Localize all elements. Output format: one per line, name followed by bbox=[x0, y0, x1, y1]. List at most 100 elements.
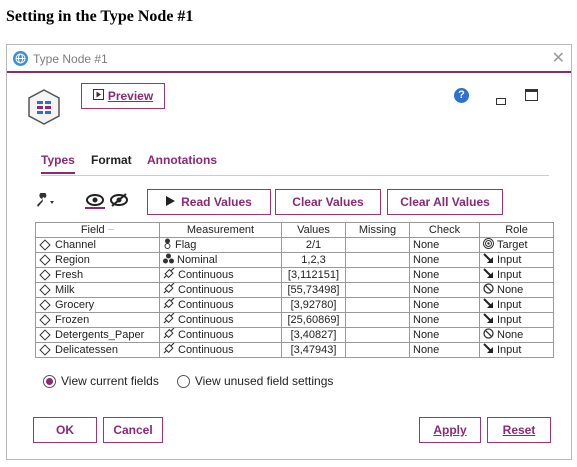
missing-cell[interactable] bbox=[345, 297, 410, 313]
check-cell[interactable]: None bbox=[409, 312, 480, 328]
measurement-cell[interactable]: Nominal bbox=[159, 252, 282, 268]
header-check[interactable]: Check bbox=[409, 222, 480, 238]
missing-cell[interactable] bbox=[345, 237, 410, 253]
type-node-hex-icon bbox=[25, 88, 63, 126]
read-values-button[interactable]: Read Values bbox=[147, 189, 271, 215]
measurement-cell[interactable]: Continuous bbox=[159, 297, 282, 313]
check-cell[interactable]: None bbox=[409, 252, 480, 268]
values-cell[interactable]: [3,40827] bbox=[281, 327, 346, 343]
measurement-cell[interactable]: Continuous bbox=[159, 312, 282, 328]
table-row[interactable]: Detergents_Paper Continuous [3,40827] None N… bbox=[35, 327, 554, 343]
type-node-dialog: Type Node #1 ✕ Preview ? Types Format An… bbox=[6, 44, 572, 460]
role-cell[interactable]: None bbox=[479, 282, 554, 298]
continuous-icon bbox=[163, 283, 175, 297]
measurement-cell[interactable]: Continuous bbox=[159, 327, 282, 343]
measurement-cell[interactable]: Continuous bbox=[159, 267, 282, 283]
table-row[interactable]: Grocery Continuous [3,92780] None Input bbox=[35, 297, 554, 313]
role-cell[interactable]: Target bbox=[479, 237, 554, 253]
preview-label: Preview bbox=[107, 89, 154, 103]
header-missing[interactable]: Missing bbox=[345, 222, 410, 238]
tab-divider bbox=[41, 175, 549, 176]
wrench-dropdown-icon[interactable] bbox=[35, 192, 59, 209]
continuous-icon bbox=[163, 313, 175, 327]
view-unused-label: View unused field settings bbox=[194, 374, 334, 388]
header-measurement[interactable]: Measurement bbox=[159, 222, 282, 238]
tab-annotations[interactable]: Annotations bbox=[147, 153, 217, 167]
missing-cell[interactable] bbox=[345, 342, 410, 358]
measurement-cell[interactable]: Flag bbox=[159, 237, 282, 253]
values-cell[interactable]: [3,92780] bbox=[281, 297, 346, 313]
field-cell[interactable]: Detergents_Paper bbox=[35, 327, 160, 343]
values-cell[interactable]: [25,60869] bbox=[281, 312, 346, 328]
measurement-cell[interactable]: Continuous bbox=[159, 282, 282, 298]
field-cell[interactable]: Region bbox=[35, 252, 160, 268]
values-cell[interactable]: [3,112151] bbox=[281, 267, 346, 283]
show-fields-eye-icon[interactable] bbox=[85, 193, 105, 209]
input-arrow-icon bbox=[483, 343, 494, 357]
radio-view-unused-fields[interactable]: View unused field settings bbox=[176, 374, 334, 388]
field-cell[interactable]: Delicatessen bbox=[35, 342, 160, 358]
nominal-icon bbox=[163, 253, 174, 267]
check-cell[interactable]: None bbox=[409, 327, 480, 343]
tab-format[interactable]: Format bbox=[91, 153, 132, 167]
field-cell[interactable]: Fresh bbox=[35, 267, 160, 283]
check-cell[interactable]: None bbox=[409, 237, 480, 253]
tab-types[interactable]: Types bbox=[41, 153, 75, 174]
missing-cell[interactable] bbox=[345, 327, 410, 343]
radio-unselected[interactable] bbox=[176, 374, 190, 388]
header-values[interactable]: Values bbox=[281, 222, 346, 238]
none-icon bbox=[483, 328, 494, 342]
header-role[interactable]: Role bbox=[479, 222, 554, 238]
table-row[interactable]: Channel Flag 2/1 None Target bbox=[35, 237, 554, 253]
field-diamond-icon bbox=[39, 314, 51, 326]
values-cell[interactable]: [3,47943] bbox=[281, 342, 346, 358]
role-cell[interactable]: Input bbox=[479, 267, 554, 283]
values-cell[interactable]: 1,2,3 bbox=[281, 252, 346, 268]
check-cell[interactable]: None bbox=[409, 282, 480, 298]
close-icon[interactable]: ✕ bbox=[552, 48, 565, 68]
role-cell[interactable]: Input bbox=[479, 252, 554, 268]
values-cell[interactable]: [55,73498] bbox=[281, 282, 346, 298]
table-row[interactable]: Region Nominal 1,2,3 None Input bbox=[35, 252, 554, 268]
field-cell[interactable]: Channel bbox=[35, 237, 160, 253]
check-cell[interactable]: None bbox=[409, 267, 480, 283]
missing-cell[interactable] bbox=[345, 267, 410, 283]
continuous-icon bbox=[163, 328, 175, 342]
missing-cell[interactable] bbox=[345, 312, 410, 328]
clear-all-values-button[interactable]: Clear All Values bbox=[387, 189, 503, 215]
table-row[interactable]: Fresh Continuous [3,112151] None Input bbox=[35, 267, 554, 283]
maximize-icon[interactable] bbox=[525, 89, 538, 101]
cancel-button[interactable]: Cancel bbox=[103, 417, 163, 443]
role-cell[interactable]: Input bbox=[479, 342, 554, 358]
field-cell[interactable]: Grocery bbox=[35, 297, 160, 313]
table-row[interactable]: Delicatessen Continuous [3,47943] None Input bbox=[35, 342, 554, 358]
help-icon[interactable]: ? bbox=[454, 88, 469, 103]
header-field[interactable]: Field − bbox=[35, 222, 160, 238]
apply-button[interactable]: Apply bbox=[419, 417, 481, 443]
measurement-cell[interactable]: Continuous bbox=[159, 342, 282, 358]
preview-button[interactable]: Preview bbox=[81, 83, 165, 109]
role-cell[interactable]: Input bbox=[479, 297, 554, 313]
none-icon bbox=[483, 283, 494, 297]
radio-view-current-fields[interactable]: View current fields bbox=[43, 374, 159, 388]
input-arrow-icon bbox=[483, 253, 494, 267]
table-row[interactable]: Milk Continuous [55,73498] None None bbox=[35, 282, 554, 298]
role-cell[interactable]: Input bbox=[479, 312, 554, 328]
missing-cell[interactable] bbox=[345, 252, 410, 268]
table-header-row: Field − Measurement Values Missing Check… bbox=[35, 222, 554, 238]
check-cell[interactable]: None bbox=[409, 342, 480, 358]
field-diamond-icon bbox=[39, 254, 51, 266]
clear-values-button[interactable]: Clear Values bbox=[275, 189, 381, 215]
minimize-icon[interactable] bbox=[496, 98, 506, 105]
field-cell[interactable]: Milk bbox=[35, 282, 160, 298]
reset-button[interactable]: Reset bbox=[487, 417, 551, 443]
radio-selected[interactable] bbox=[43, 374, 56, 388]
table-row[interactable]: Frozen Continuous [25,60869] None Input bbox=[35, 312, 554, 328]
values-cell[interactable]: 2/1 bbox=[281, 237, 346, 253]
field-cell[interactable]: Frozen bbox=[35, 312, 160, 328]
ok-button[interactable]: OK bbox=[33, 417, 97, 443]
role-cell[interactable]: None bbox=[479, 327, 554, 343]
check-cell[interactable]: None bbox=[409, 297, 480, 313]
missing-cell[interactable] bbox=[345, 282, 410, 298]
hide-fields-eye-off-icon[interactable] bbox=[109, 193, 129, 209]
